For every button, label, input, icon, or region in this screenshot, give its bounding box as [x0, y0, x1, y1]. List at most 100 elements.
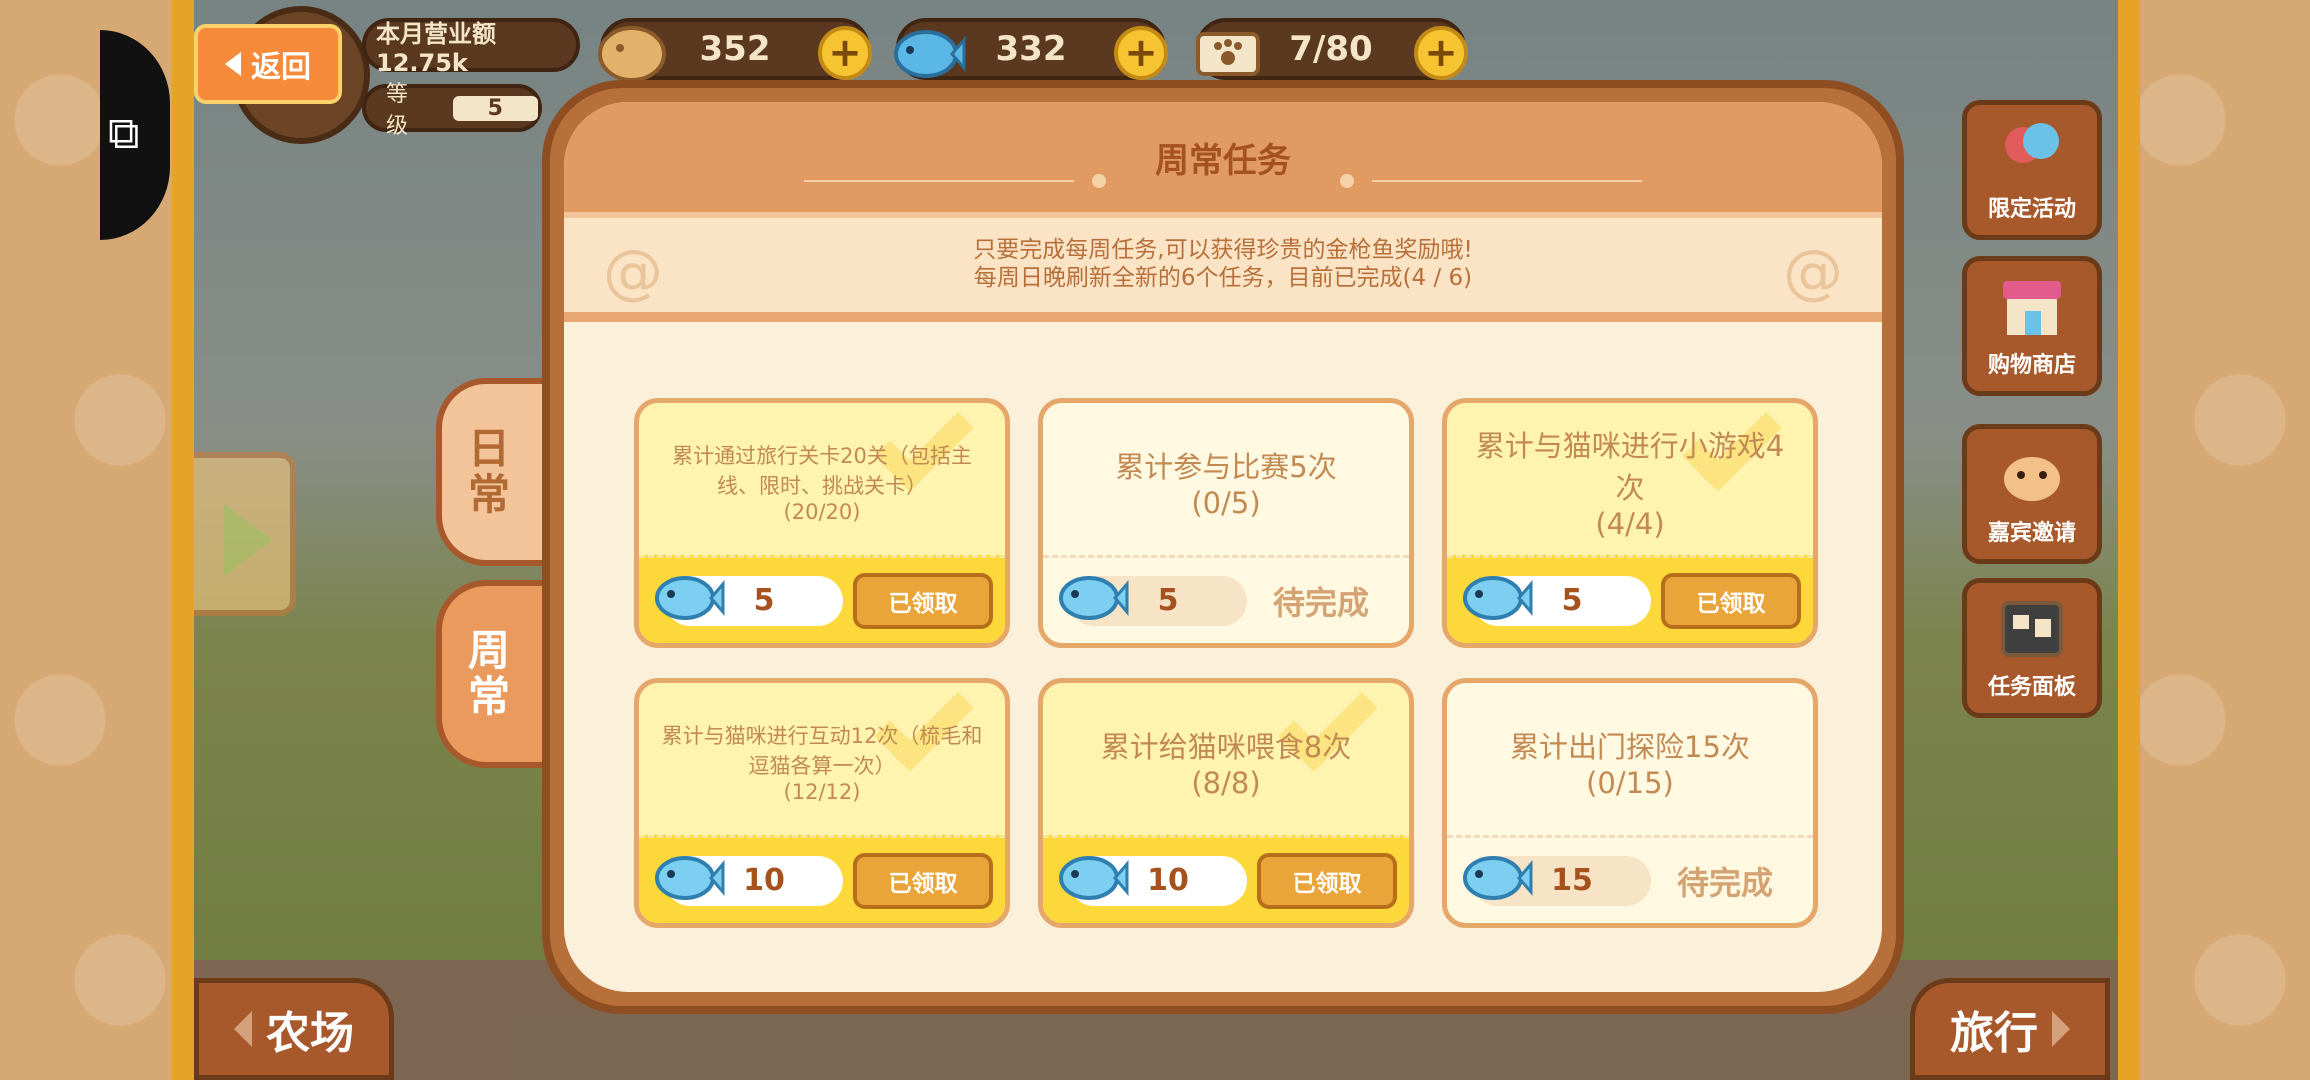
task-text: 累计出门探险15次 — [1510, 730, 1750, 764]
panel-header: 周常任务 — [564, 102, 1882, 212]
reward-amount: 5 — [1561, 583, 1583, 618]
paw-ticket-icon — [1196, 32, 1260, 76]
swirl-right-icon: @ — [1783, 237, 1843, 307]
pending-label: 待完成 — [1272, 583, 1369, 622]
pending-label: 待完成 — [1676, 863, 1773, 902]
task-footer: 15 待完成 — [1447, 835, 1813, 923]
task-text: 累计通过旅行关卡20关（包括主线、限时、挑战关卡） — [672, 444, 972, 498]
claimed-button[interactable]: 已领取 — [853, 572, 993, 629]
task-board-label: 任务面板 — [1987, 675, 2076, 700]
task-card: 累计给猫咪喂食8次 (8/8) 10 已领取 — [1038, 678, 1414, 928]
nav-farm-label: 农场 — [266, 1008, 354, 1059]
panel-info: @ 只要完成每周任务,可以获得珍贵的金枪鱼奖励哦! 每周日晚刷新全新的6个任务，… — [564, 212, 1882, 322]
coin-value: 352 — [699, 29, 771, 69]
reward-amount: 5 — [1157, 583, 1179, 618]
task-description: 累计出门探险15次 (0/15) — [1447, 683, 1813, 841]
nav-travel-label: 旅行 — [1950, 1008, 2038, 1059]
scene-left-arrow[interactable] — [194, 452, 296, 616]
task-progress: (8/8) — [1191, 766, 1261, 800]
task-progress: (4/4) — [1595, 507, 1665, 541]
task-footer: 5 已领取 — [1447, 555, 1813, 643]
task-text: 累计与猫咪进行小游戏4次 — [1475, 429, 1785, 505]
right-decor-border — [2120, 0, 2310, 1080]
nav-farm-button[interactable]: 农场 — [194, 978, 394, 1080]
header-dot-right — [1340, 174, 1354, 188]
claimed-button[interactable]: 已领取 — [1257, 852, 1397, 909]
reward-amount: 5 — [753, 583, 775, 618]
task-card: 累计通过旅行关卡20关（包括主线、限时、挑战关卡） (20/20) 5 已领取 — [634, 398, 1010, 648]
task-text: 累计与猫咪进行互动12次（梳毛和逗猫各算一次） — [661, 724, 983, 778]
tuna-fish-icon — [1059, 855, 1129, 900]
task-footer: 5 已领取 — [639, 555, 1005, 643]
back-button[interactable]: 返回 — [194, 24, 342, 104]
back-label: 返回 — [251, 50, 311, 85]
header-line-right — [1372, 180, 1642, 182]
level-badge: 等级 5 — [362, 82, 542, 139]
weekly-tasks-panel: 周常任务 @ 只要完成每周任务,可以获得珍贵的金枪鱼奖励哦! 每周日晚刷新全新的… — [542, 80, 1904, 1014]
ticket-counter: 7/80 + — [1196, 18, 1468, 80]
taiyaki-coin-icon — [598, 26, 666, 82]
panel-body: 周常任务 @ 只要完成每周任务,可以获得珍贵的金枪鱼奖励哦! 每周日晚刷新全新的… — [564, 102, 1882, 992]
task-description: 累计与猫咪进行互动12次（梳毛和逗猫各算一次） (12/12) — [639, 683, 1005, 841]
left-pillar — [172, 0, 194, 1080]
right-pillar — [2118, 0, 2140, 1080]
tuna-fish-icon — [1463, 855, 1533, 900]
reward-pill: 5 — [1059, 575, 1247, 626]
task-board-button[interactable]: 任务面板 — [1962, 578, 2102, 718]
task-footer: 5 待完成 — [1043, 555, 1409, 643]
claimed-button[interactable]: 已领取 — [1661, 572, 1801, 629]
task-description: 累计通过旅行关卡20关（包括主线、限时、挑战关卡） (20/20) — [639, 403, 1005, 561]
income-label: 本月营业额 12.75k — [376, 19, 496, 77]
tab-daily-char2: 常 — [467, 470, 510, 519]
task-progress: (20/20) — [783, 500, 861, 524]
add-tickets-button[interactable]: + — [1414, 26, 1468, 80]
monthly-income: 本月营业额 12.75k — [362, 18, 580, 77]
tuna-fish-icon — [1463, 575, 1533, 620]
fish-counter: 332 + — [894, 18, 1168, 80]
task-progress: (0/15) — [1586, 766, 1674, 800]
task-text: 累计给猫咪喂食8次 — [1100, 730, 1352, 764]
tab-weekly-char2: 常 — [467, 672, 510, 721]
task-grid: 累计通过旅行关卡20关（包括主线、限时、挑战关卡） (20/20) 5 已领取 … — [634, 398, 1822, 928]
tuna-fish-icon — [655, 575, 725, 620]
add-fish-button[interactable]: + — [1114, 26, 1168, 80]
task-progress: (12/12) — [783, 780, 861, 804]
limited-event-label: 限定活动 — [1987, 197, 2076, 222]
arrow-left-icon — [234, 1011, 252, 1047]
reward-pill: 15 — [1463, 855, 1651, 906]
reward-pill: 5 — [1463, 575, 1651, 626]
header-dot-left — [1092, 174, 1106, 188]
task-text: 累计参与比赛5次 — [1115, 450, 1337, 484]
puzzle-icon: ⧉ — [108, 108, 140, 159]
guest-invite-button[interactable]: 嘉宾邀请 — [1962, 424, 2102, 564]
level-value: 5 — [452, 95, 538, 121]
limited-event-button[interactable]: 限定活动 — [1962, 100, 2102, 240]
tab-daily-char1: 日 — [467, 423, 510, 473]
hamster-icon — [2004, 457, 2060, 501]
add-coins-button[interactable]: + — [818, 26, 872, 80]
back-arrow-icon — [225, 52, 241, 76]
arrow-right-icon — [2052, 1011, 2070, 1047]
tab-daily[interactable]: 日 常 — [436, 378, 556, 566]
tuna-fish-icon — [1059, 575, 1129, 620]
reward-amount: 15 — [1551, 863, 1593, 898]
info-line-2: 每周日晚刷新全新的6个任务，目前已完成(4 / 6) — [973, 265, 1473, 291]
coin-counter: 352 + — [598, 18, 872, 82]
task-card: 累计参与比赛5次 (0/5) 5 待完成 — [1038, 398, 1414, 648]
info-line-1: 只要完成每周任务,可以获得珍贵的金枪鱼奖励哦! — [973, 237, 1473, 264]
nav-travel-button[interactable]: 旅行 — [1910, 978, 2110, 1080]
level-label: 等级 — [386, 82, 409, 139]
shop-button[interactable]: 购物商店 — [1962, 256, 2102, 396]
ticket-value: 7/80 — [1289, 29, 1373, 69]
tab-weekly[interactable]: 周 常 — [436, 580, 556, 768]
task-description: 累计给猫咪喂食8次 (8/8) — [1043, 683, 1409, 841]
swirl-left-icon: @ — [603, 237, 663, 307]
arrow-right-icon — [224, 504, 272, 576]
task-card: 累计与猫咪进行互动12次（梳毛和逗猫各算一次） (12/12) 10 已领取 — [634, 678, 1010, 928]
claimed-button[interactable]: 已领取 — [853, 852, 993, 909]
reward-amount: 10 — [743, 863, 785, 898]
task-progress: (0/5) — [1191, 486, 1261, 520]
reward-pill: 10 — [655, 855, 843, 906]
header-line-left — [804, 180, 1074, 182]
reward-pill: 10 — [1059, 855, 1247, 906]
